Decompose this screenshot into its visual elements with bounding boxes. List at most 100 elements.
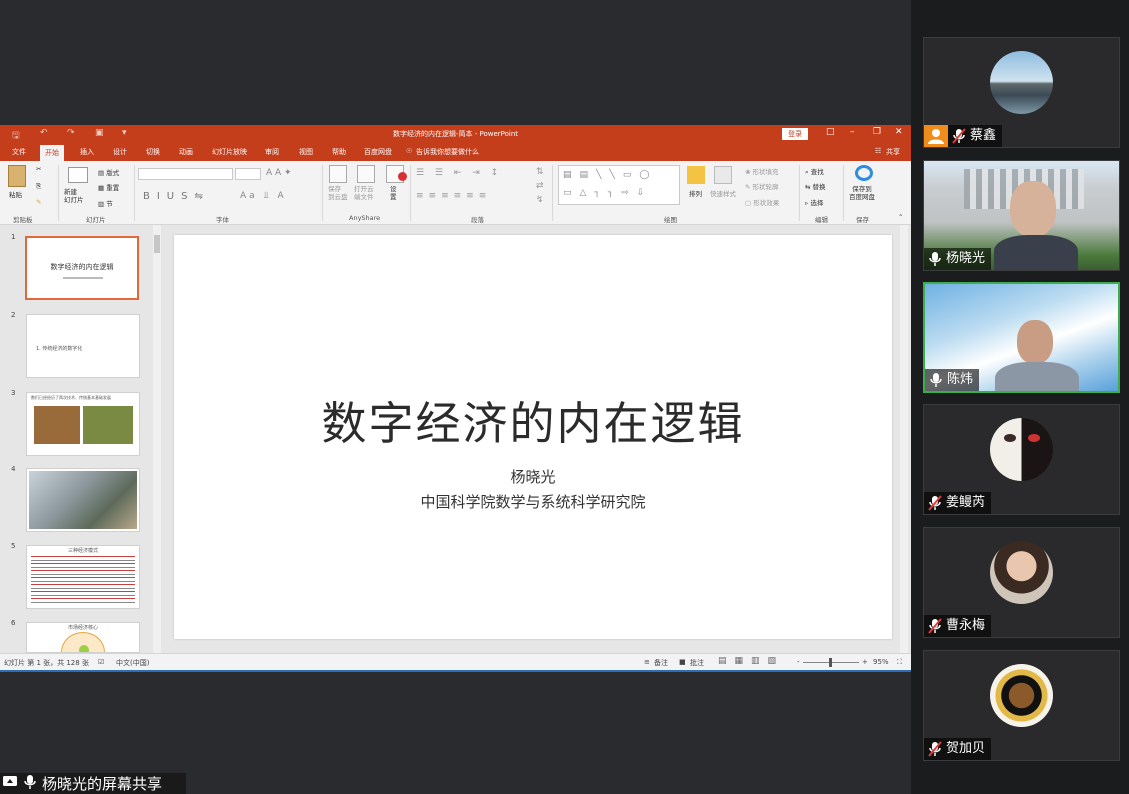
font-grow-icon[interactable]: A A ✦ — [266, 168, 292, 178]
tab-design[interactable]: 设计 — [113, 147, 127, 157]
quick-styles-button[interactable]: 快速样式 — [710, 188, 736, 198]
font-case-icons[interactable]: Aa ⫫ A — [240, 191, 287, 201]
screen-share-indicator[interactable]: 杨晓光的屏幕共享 — [0, 773, 186, 794]
participant-tile-active[interactable]: 陈炜 — [923, 282, 1120, 393]
font-size-box[interactable] — [235, 168, 261, 180]
copy-icon[interactable]: ⎘ — [36, 182, 41, 191]
participants-panel: 蔡鑫 杨晓光 陈炜 姜鳗芮 曹永梅 贺加贝 — [911, 0, 1129, 794]
participant-name-tag: 曹永梅 — [924, 615, 992, 637]
current-slide[interactable]: 数字经济的内在逻辑 杨晓光 中国科学院数学与系统科学研究院 — [174, 235, 892, 639]
align-icons[interactable]: ≡≡≡≡≡≡ — [416, 191, 491, 201]
thumb-image — [34, 406, 80, 444]
participant-tile[interactable]: 曹永梅 — [923, 527, 1120, 638]
thumb-number: 6 — [11, 619, 16, 627]
tab-view[interactable]: 视图 — [299, 147, 313, 157]
slide-thumbnail[interactable]: 三种经济模式 — [26, 545, 140, 609]
font-name-box[interactable] — [138, 168, 233, 180]
slide-title[interactable]: 数字经济的内在逻辑 — [174, 387, 892, 452]
collapse-ribbon-icon[interactable]: ⌃ — [898, 213, 903, 221]
section-button[interactable]: ▥ 节 — [98, 198, 113, 208]
tab-baidu[interactable]: 百度网盘 — [364, 147, 392, 157]
new-slide-icon[interactable] — [68, 167, 88, 183]
ribbon-options-icon[interactable]: □ — [826, 127, 835, 137]
participant-tile[interactable]: 姜鳗芮 — [923, 404, 1120, 515]
arrange-icon[interactable] — [687, 166, 705, 184]
quick-styles-icon[interactable] — [714, 166, 732, 184]
slide-thumbnail[interactable]: 数字经济的内在逻辑 — [25, 236, 139, 300]
slide-thumbnail[interactable]: 1. 传统经济的数字化 — [26, 314, 140, 378]
paragraph-group: 段落 — [471, 216, 484, 224]
tell-me-icon[interactable]: ☉ — [406, 147, 412, 155]
zoom-level[interactable]: 95% — [873, 658, 889, 666]
slide-thumbnail[interactable]: 数们已经经历了两次技术、传统基本基础发展 — [26, 392, 140, 456]
login-button[interactable]: 登录 — [782, 128, 808, 140]
scrollbar-thumb[interactable] — [154, 235, 160, 253]
tab-slideshow[interactable]: 幻灯片放映 — [212, 147, 247, 157]
drawing-group: 绘图 — [664, 216, 677, 224]
open-cloud-button[interactable]: 打开云 端文件 — [354, 185, 374, 201]
close-icon[interactable]: ✕ — [895, 127, 903, 137]
participant-tile[interactable]: 贺加贝 — [923, 650, 1120, 761]
tab-animations[interactable]: 动画 — [179, 147, 193, 157]
shapes-row-2[interactable]: ▭△┐┐⇨⇩ — [563, 188, 652, 198]
zoom-slider-thumb[interactable] — [829, 658, 832, 667]
text-direction-icons[interactable]: ⇅ ⇄ ↯ — [536, 165, 544, 207]
format-painter-icon[interactable]: ✎ — [36, 198, 41, 206]
language-indicator[interactable]: 中文(中国) — [116, 658, 149, 668]
participant-tile[interactable]: 蔡鑫 — [923, 37, 1120, 148]
notes-button[interactable]: 备注 — [654, 658, 668, 668]
minimize-icon[interactable]: – — [850, 127, 855, 137]
comments-icon[interactable]: ■ — [679, 658, 686, 666]
participant-tile[interactable]: 杨晓光 — [923, 160, 1120, 271]
slide-author[interactable]: 杨晓光 — [174, 466, 892, 487]
settings-button[interactable]: 设 置 — [390, 185, 397, 201]
tab-transitions[interactable]: 切换 — [146, 147, 160, 157]
reset-button[interactable]: ▦ 重置 — [98, 182, 119, 192]
tab-home[interactable]: 开始 — [40, 145, 64, 161]
participant-name: 贺加贝 — [946, 741, 986, 756]
slide-institution[interactable]: 中国科学院数学与系统科学研究院 — [174, 491, 892, 512]
cloud-save-icon[interactable] — [329, 165, 347, 183]
baidu-cloud-icon[interactable] — [855, 165, 873, 181]
spellcheck-icon[interactable]: ☑ — [98, 658, 104, 666]
cut-icon[interactable]: ✂ — [36, 165, 41, 173]
maximize-icon[interactable]: ❐ — [873, 127, 881, 137]
fit-slide-icon[interactable]: ⛶ — [897, 658, 902, 667]
replace-button[interactable]: ⇆ 替换 — [805, 181, 826, 191]
layout-button[interactable]: ▤ 版式 — [98, 167, 119, 177]
tab-review[interactable]: 审阅 — [265, 147, 279, 157]
tell-me-search[interactable]: 告诉我你想要做什么 — [416, 147, 479, 157]
share-user-icon[interactable]: ☷ — [875, 147, 881, 155]
separator — [843, 165, 844, 221]
notes-icon[interactable]: ≡ — [644, 658, 650, 666]
save-cloud-button[interactable]: 保存 到云盘 — [328, 185, 348, 201]
select-button[interactable]: ▹ 选择 — [805, 197, 823, 207]
paste-icon[interactable] — [8, 165, 26, 187]
list-icons[interactable]: ☰ ☰ ⇤ ⇥ ↕ — [416, 168, 502, 178]
new-slide-button[interactable]: 新建 幻灯片 — [64, 188, 84, 204]
tab-file[interactable]: 文件 — [12, 147, 26, 157]
comments-button[interactable]: 批注 — [690, 658, 704, 668]
share-button[interactable]: 共享 — [886, 147, 900, 157]
zoom-out-icon[interactable]: - — [797, 658, 800, 666]
save-baidu-button[interactable]: 保存到 百度网盘 — [849, 185, 875, 201]
shape-effects-button[interactable]: ▢ 形状效果 — [745, 197, 779, 207]
tab-help[interactable]: 帮助 — [332, 147, 346, 157]
cloud-open-icon[interactable] — [357, 165, 375, 183]
slide-thumbnail[interactable]: 市场经济核心 — [26, 622, 140, 653]
font-format-icons[interactable]: BIUS⇋ — [143, 191, 210, 202]
shape-fill-button[interactable]: ❀ 形状填充 — [745, 166, 779, 176]
find-button[interactable]: ⌕ 查找 — [805, 166, 824, 177]
tab-insert[interactable]: 插入 — [80, 147, 94, 157]
zoom-slider[interactable] — [803, 658, 859, 667]
shape-outline-button[interactable]: ✎ 形状轮廓 — [745, 181, 779, 191]
arrange-button[interactable]: 排列 — [689, 188, 702, 198]
shape-gallery[interactable]: ▤▤╲╲▭◯ ▭△┐┐⇨⇩ — [558, 165, 680, 205]
shapes-row-1[interactable]: ▤▤╲╲▭◯ — [563, 170, 657, 180]
slide-thumbnail[interactable] — [26, 468, 140, 532]
zoom-in-icon[interactable]: + — [862, 658, 868, 666]
settings-icon[interactable] — [386, 165, 407, 183]
thumbnail-scrollbar[interactable] — [153, 225, 161, 653]
slide-scrollbar[interactable] — [900, 225, 908, 653]
view-buttons[interactable]: ▤▦▥▧ — [718, 656, 784, 666]
